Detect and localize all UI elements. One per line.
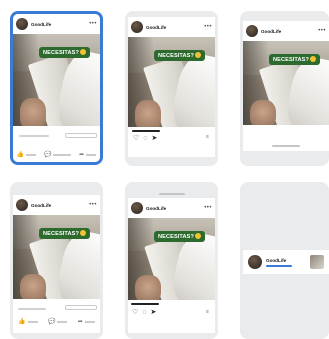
share-icon[interactable]: ➦ <box>79 152 84 158</box>
sticker-text: NECESITAS? <box>39 228 91 239</box>
account-name: GoodLife <box>261 28 282 34</box>
post-header: GoodLife ••• <box>13 14 100 34</box>
top-handle <box>159 193 185 195</box>
cta-box <box>65 305 97 310</box>
phone-frame: GoodLife ••• NECESITAS? 👍 💬 ➦ <box>13 195 100 333</box>
phone-frame: GoodLife ••• NECESITAS? 👍 💬 ➦ <box>13 14 100 162</box>
account-name: GoodLife <box>31 202 52 208</box>
send-icon[interactable]: ➤ <box>150 309 156 316</box>
avatar <box>16 18 28 30</box>
action-icons: ♡ ◌ ➤ <box>133 135 157 142</box>
progress-bar <box>131 303 159 305</box>
account-name: GoodLife <box>146 205 167 211</box>
caption-line <box>19 135 49 137</box>
account-name: GoodLife <box>31 21 52 27</box>
bookmark-icon[interactable]: ≡ <box>206 310 209 315</box>
sticker-text: NECESITAS? <box>39 47 91 58</box>
post-header: GoodLife ••• <box>13 195 100 215</box>
avatar <box>131 21 143 33</box>
post-media: NECESITAS? <box>128 37 215 127</box>
phone-frame: GoodLife ••• NECESITAS? ♡ ◌ ➤ ≡ <box>128 17 215 157</box>
account-name: GoodLife <box>146 24 167 30</box>
like-icon[interactable]: 👍 <box>17 152 24 158</box>
post-header: GoodLife ••• <box>128 17 215 37</box>
ad-preview-card-1[interactable]: GoodLife ••• NECESITAS? 👍 💬 ➦ <box>10 11 103 165</box>
account-name: GoodLife <box>266 257 287 263</box>
post-header: GoodLife ••• <box>128 198 215 218</box>
more-options-icon[interactable]: ••• <box>204 205 212 211</box>
cta-box <box>65 133 97 138</box>
story-row: GoodLife <box>243 255 329 269</box>
heart-icon[interactable]: ♡ <box>132 309 138 316</box>
ad-preview-card-2[interactable]: GoodLife ••• NECESITAS? ♡ ◌ ➤ ≡ <box>125 11 218 166</box>
share-icon[interactable]: ➦ <box>78 319 83 325</box>
caption-line <box>18 308 46 310</box>
post-header: GoodLife ••• <box>243 21 329 41</box>
more-options-icon[interactable]: ••• <box>318 28 326 34</box>
comment-icon[interactable]: ◌ <box>143 135 147 142</box>
ad-preview-card-4[interactable]: GoodLife ••• NECESITAS? 👍 💬 ➦ <box>10 182 103 339</box>
action-icons: ♡ ◌ ➤ <box>132 309 156 316</box>
bookmark-icon[interactable]: ≡ <box>206 135 209 140</box>
story-progress <box>266 264 292 267</box>
reaction-bar: 👍 💬 ➦ <box>13 152 100 158</box>
comment-icon[interactable]: 💬 <box>44 152 51 158</box>
ad-preview-card-5[interactable]: GoodLife ••• NECESITAS? ♡ ◌ ➤ ≡ <box>125 182 218 339</box>
more-options-icon[interactable]: ••• <box>204 24 212 30</box>
sticker-text: NECESITAS? <box>154 231 206 242</box>
ad-preview-card-6[interactable]: GoodLife <box>240 182 329 339</box>
media-thumbnail <box>310 255 324 269</box>
progress-bar <box>132 130 160 132</box>
post-media: NECESITAS? <box>13 215 100 299</box>
post-media: NECESITAS? <box>13 34 100 126</box>
avatar <box>16 199 28 211</box>
heart-icon[interactable]: ♡ <box>133 135 139 142</box>
post-media: NECESITAS? <box>243 41 329 125</box>
ad-preview-card-3[interactable]: GoodLife ••• NECESITAS? <box>240 11 329 166</box>
sticker-text: NECESITAS? <box>154 50 206 61</box>
phone-frame: GoodLife ••• NECESITAS? <box>243 21 329 151</box>
comment-icon[interactable]: 💬 <box>48 319 55 325</box>
home-indicator <box>272 145 300 147</box>
avatar <box>131 202 143 214</box>
phone-frame: GoodLife ••• NECESITAS? ♡ ◌ ➤ ≡ <box>128 198 215 333</box>
more-options-icon[interactable]: ••• <box>89 202 97 208</box>
post-media: NECESITAS? <box>128 218 215 300</box>
sticker-text: NECESITAS? <box>269 54 321 65</box>
comment-icon[interactable]: ◌ <box>142 309 146 316</box>
story-strip: GoodLife <box>243 250 329 274</box>
avatar <box>248 255 262 269</box>
reaction-bar: 👍 💬 ➦ <box>13 319 100 325</box>
more-options-icon[interactable]: ••• <box>89 21 97 27</box>
like-icon[interactable]: 👍 <box>18 319 25 325</box>
send-icon[interactable]: ➤ <box>151 135 157 142</box>
avatar <box>246 25 258 37</box>
